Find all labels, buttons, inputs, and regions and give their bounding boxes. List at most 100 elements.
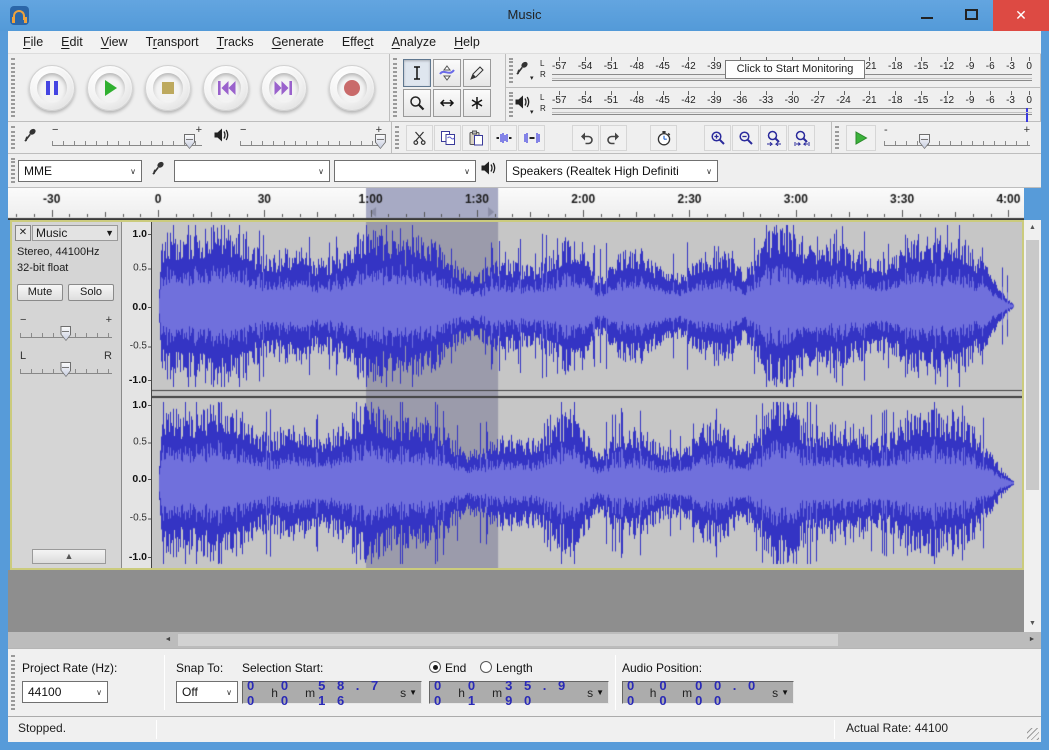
timeline-ruler-canvas[interactable] xyxy=(8,188,1024,220)
horizontal-scrollbar[interactable]: ◄ ► xyxy=(8,632,1041,648)
vertical-scale-ruler[interactable]: 1.00.50.0-0.5-1.01.00.50.0-0.5-1.0 xyxy=(122,222,152,568)
resize-grip[interactable] xyxy=(1027,728,1039,740)
record-button[interactable] xyxy=(329,65,375,111)
vertical-scroll-thumb[interactable] xyxy=(1026,240,1039,490)
track-name: Music xyxy=(36,226,67,240)
playback-meter-toolbar[interactable]: ▾ L R -57-54-51-48-45-42-39-36-33-30-27-… xyxy=(506,88,1041,122)
playback-volume-slider[interactable]: − + xyxy=(240,128,382,150)
menu-item-edit[interactable]: Edit xyxy=(52,31,92,53)
timeshift-tool-button[interactable] xyxy=(433,89,461,117)
waveform-canvas[interactable] xyxy=(152,222,1022,568)
silence-button[interactable] xyxy=(518,125,545,151)
redo-button[interactable] xyxy=(600,125,627,151)
paste-button[interactable] xyxy=(462,125,489,151)
recording-volume-thumb[interactable] xyxy=(184,134,195,149)
unit-label: m xyxy=(305,686,315,700)
playback-speed-slider[interactable]: - + xyxy=(884,128,1030,150)
menu-item-view[interactable]: View xyxy=(92,31,137,53)
play-at-speed-button[interactable] xyxy=(846,125,876,151)
draw-tool-button[interactable] xyxy=(463,59,491,87)
horizontal-scroll-thumb[interactable] xyxy=(178,634,838,646)
zoom-project-button[interactable] xyxy=(788,125,815,151)
playback-meter-grabber[interactable] xyxy=(509,92,513,117)
meter-db-label: -48 xyxy=(630,62,644,72)
recording-device-select[interactable]: ∨ xyxy=(174,160,330,182)
envelope-tool-button[interactable] xyxy=(433,59,461,87)
end-radio[interactable] xyxy=(429,661,441,673)
close-button[interactable]: ✕ xyxy=(993,0,1049,31)
menu-item-analyze[interactable]: Analyze xyxy=(383,31,445,53)
tools-toolbar-grabber[interactable] xyxy=(393,58,397,117)
playback-device-select[interactable]: Speakers (Realtek High Definiti ∨ xyxy=(506,160,718,182)
audio-host-select[interactable]: MME ∨ xyxy=(18,160,142,182)
recording-channels-select[interactable]: ∨ xyxy=(334,160,476,182)
selection-start-field[interactable]: 0 0h0 0m5 8 . 7 1 6s▼ xyxy=(242,681,422,704)
play-button[interactable] xyxy=(87,65,133,111)
meter-db-label: -33 xyxy=(759,96,773,106)
audio-position-field[interactable]: 0 0h0 0m0 0 . 0 0 0s▼ xyxy=(622,681,794,704)
skip-end-button[interactable] xyxy=(261,65,307,111)
zoom-selection-button[interactable] xyxy=(760,125,787,151)
play-at-speed-grabber[interactable] xyxy=(835,126,839,149)
recording-meter-toolbar[interactable]: ▾ L R -57-54-51-48-45-42-39-36-33-30-27-… xyxy=(506,54,1041,88)
playback-volume-thumb[interactable] xyxy=(375,134,386,149)
scroll-right-button[interactable]: ► xyxy=(1024,632,1040,648)
scroll-up-button[interactable]: ▲ xyxy=(1024,220,1041,236)
track-name-dropdown[interactable]: Music ▼ xyxy=(32,225,118,241)
device-toolbar-grabber[interactable] xyxy=(11,158,15,183)
meter-dropdown-icon[interactable]: ▾ xyxy=(530,74,534,82)
gain-slider[interactable]: − + xyxy=(20,318,112,342)
menu-item-help[interactable]: Help xyxy=(445,31,489,53)
length-radio[interactable] xyxy=(480,661,492,673)
selection-toolbar-grabber[interactable] xyxy=(11,655,15,710)
menu-item-generate[interactable]: Generate xyxy=(263,31,333,53)
multi-tool-button[interactable] xyxy=(463,89,491,117)
snap-to-select[interactable]: Off ∨ xyxy=(176,681,238,703)
gain-thumb[interactable] xyxy=(60,326,71,341)
track-close-button[interactable]: ✕ xyxy=(15,225,31,241)
minimize-button[interactable] xyxy=(905,0,949,31)
cut-button[interactable] xyxy=(406,125,433,151)
project-rate-select[interactable]: 44100 ∨ xyxy=(22,681,108,703)
edit-toolbar-grabber[interactable] xyxy=(395,126,399,149)
playback-speed-thumb[interactable] xyxy=(919,134,930,149)
selection-tool-button[interactable] xyxy=(403,59,431,87)
playback-meter-scale[interactable]: -57-54-51-48-45-42-39-36-33-30-27-24-21-… xyxy=(552,90,1032,115)
solo-button[interactable]: Solo xyxy=(68,284,114,301)
trim-button[interactable] xyxy=(490,125,517,151)
transport-toolbar-grabber[interactable] xyxy=(11,58,15,117)
menu-item-effect[interactable]: Effect xyxy=(333,31,383,53)
timeline-ruler[interactable] xyxy=(8,188,1024,220)
status-divider xyxy=(156,720,157,739)
recording-volume-slider[interactable]: − + xyxy=(52,128,202,150)
copy-button[interactable] xyxy=(434,125,461,151)
pan-slider[interactable]: L R xyxy=(20,354,112,378)
unit-label: m xyxy=(492,686,502,700)
meter-dropdown-icon[interactable]: ▾ xyxy=(530,108,534,116)
zoom-in-button[interactable] xyxy=(704,125,731,151)
track-control-panel[interactable]: ✕ Music ▼ Stereo, 44100Hz 32-bit float M… xyxy=(12,222,122,568)
zoom-tool-button[interactable] xyxy=(403,89,431,117)
scroll-down-button[interactable]: ▼ xyxy=(1024,616,1041,632)
stop-button[interactable] xyxy=(145,65,191,111)
track-collapse-button[interactable]: ▲ xyxy=(32,549,106,564)
mixer-toolbar-grabber[interactable] xyxy=(11,126,15,149)
mute-button[interactable]: Mute xyxy=(17,284,63,301)
menu-item-file[interactable]: File xyxy=(14,31,52,53)
pan-thumb[interactable] xyxy=(60,362,71,377)
zoom-out-button[interactable] xyxy=(732,125,759,151)
vertical-scrollbar[interactable]: ▲ ▼ xyxy=(1024,220,1041,632)
pause-button[interactable] xyxy=(29,65,75,111)
selection-end-field[interactable]: 0 0h0 1m3 5 . 9 9 0s▼ xyxy=(429,681,609,704)
meter-db-label: -3 xyxy=(1006,96,1015,106)
scroll-left-button[interactable]: ◄ xyxy=(160,632,176,648)
recording-meter-grabber[interactable] xyxy=(509,58,513,83)
timer-button[interactable] xyxy=(650,125,677,151)
skip-start-button[interactable] xyxy=(203,65,249,111)
menu-item-tracks[interactable]: Tracks xyxy=(208,31,263,53)
undo-button[interactable] xyxy=(572,125,599,151)
monitoring-tooltip[interactable]: Click to Start Monitoring xyxy=(725,60,865,79)
maximize-button[interactable] xyxy=(949,0,993,31)
chevron-down-icon: ∨ xyxy=(314,167,324,176)
menu-item-transport[interactable]: Transport xyxy=(137,31,208,53)
